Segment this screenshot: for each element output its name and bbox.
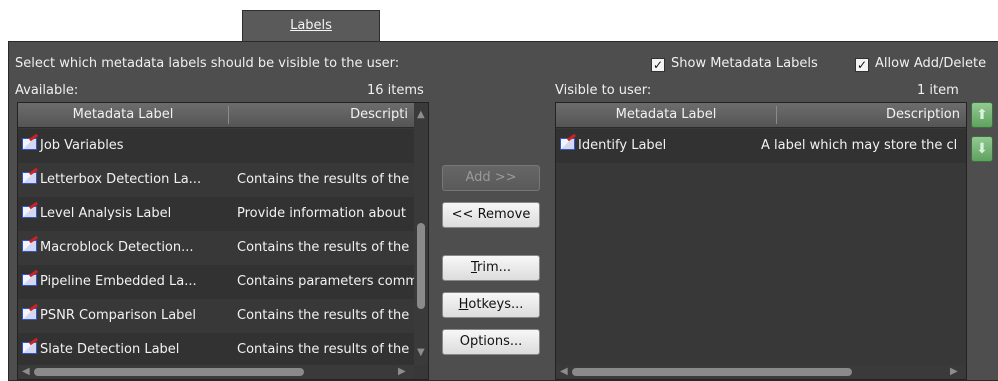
- scroll-right-icon[interactable]: ▶: [950, 366, 958, 377]
- move-down-button[interactable]: ⬇: [971, 136, 993, 162]
- list-item[interactable]: Slate Detection Label Contains the resul…: [18, 333, 414, 367]
- labels-panel: Select which metadata labels should be v…: [8, 41, 998, 381]
- list-item[interactable]: Letterbox Detection La... Contains the r…: [18, 163, 414, 197]
- trim-button[interactable]: Trim...: [442, 255, 540, 281]
- hotkeys-mnemonic: H: [458, 297, 469, 312]
- allow-add-delete-label: Allow Add/Delete: [875, 56, 987, 71]
- options-button[interactable]: Options...: [442, 329, 540, 355]
- arrow-up-icon: ⬆: [976, 107, 988, 123]
- row-label: Identify Label: [578, 138, 667, 153]
- metadata-label-icon: [22, 240, 37, 252]
- hotkeys-label-rest: otkeys...: [468, 297, 524, 312]
- available-count: 16 items: [367, 83, 424, 98]
- scroll-down-icon[interactable]: ▼: [417, 347, 425, 358]
- scroll-left-icon[interactable]: ◀: [560, 366, 568, 377]
- row-label: Slate Detection Label: [40, 342, 180, 357]
- show-metadata-labels-checkbox[interactable]: ✓ Show Metadata Labels: [651, 56, 818, 72]
- add-button[interactable]: Add >>: [442, 165, 540, 191]
- row-description: Provide information about: [237, 206, 406, 221]
- row-label: Letterbox Detection La...: [40, 172, 202, 187]
- list-item[interactable]: Job Variables: [18, 129, 414, 163]
- scroll-left-icon[interactable]: ◀: [22, 366, 30, 377]
- visible-list-header: Metadata Label Description: [556, 103, 966, 128]
- available-list-header: Metadata Label Descripti: [18, 103, 428, 128]
- row-label: PSNR Comparison Label: [40, 308, 197, 323]
- metadata-label-icon: [22, 308, 37, 320]
- allow-add-delete-checkbox[interactable]: ✓ Allow Add/Delete: [855, 56, 986, 72]
- visible-title: Visible to user:: [555, 83, 652, 98]
- metadata-label-icon: [22, 138, 37, 150]
- tab-labels-text: Labels: [290, 18, 332, 33]
- column-metadata-label[interactable]: Metadata Label: [18, 103, 228, 127]
- scroll-right-icon[interactable]: ▶: [398, 366, 406, 377]
- scroll-thumb[interactable]: [572, 368, 852, 376]
- checkbox-checked-icon: ✓: [855, 58, 869, 72]
- row-label: Job Variables: [40, 138, 124, 153]
- row-description: A label which may store the cl: [761, 138, 958, 153]
- column-description[interactable]: Description: [777, 103, 966, 127]
- metadata-label-icon: [22, 342, 37, 354]
- visible-count: 1 item: [917, 83, 959, 98]
- scroll-thumb[interactable]: [417, 223, 425, 309]
- row-label: Level Analysis Label: [40, 206, 172, 221]
- row-label: Pipeline Embedded La...: [40, 274, 197, 289]
- metadata-label-icon: [22, 274, 37, 286]
- row-description: Contains the results of the: [237, 240, 410, 255]
- available-horizontal-scrollbar[interactable]: ◀ ▶: [18, 365, 414, 379]
- row-description: Contains the results of the: [237, 342, 410, 357]
- list-item[interactable]: Level Analysis Label Provide information…: [18, 197, 414, 231]
- metadata-label-icon: [22, 172, 37, 184]
- tab-labels[interactable]: Labels: [242, 10, 380, 42]
- metadata-label-icon: [560, 138, 575, 150]
- row-description: Contains parameters comm: [237, 274, 414, 289]
- visible-horizontal-scrollbar[interactable]: ◀ ▶: [556, 365, 966, 379]
- show-metadata-labels-label: Show Metadata Labels: [671, 56, 818, 71]
- row-description: Contains the results of the: [237, 308, 410, 323]
- visible-list[interactable]: Metadata Label Description Identify Labe…: [555, 102, 967, 380]
- remove-button[interactable]: << Remove: [442, 202, 540, 228]
- list-item[interactable]: PSNR Comparison Label Contains the resul…: [18, 299, 414, 333]
- scroll-thumb[interactable]: [34, 368, 304, 376]
- move-up-button[interactable]: ⬆: [971, 102, 993, 128]
- column-metadata-label[interactable]: Metadata Label: [556, 103, 776, 127]
- available-title: Available:: [15, 83, 79, 98]
- row-label: Macroblock Detection...: [40, 240, 194, 255]
- available-list[interactable]: Metadata Label Descripti Job Variables L…: [17, 102, 429, 380]
- trim-label-rest: rim...: [477, 260, 512, 275]
- list-item[interactable]: Pipeline Embedded La... Contains paramet…: [18, 265, 414, 299]
- instruction-text: Select which metadata labels should be v…: [15, 56, 400, 71]
- available-vertical-scrollbar[interactable]: ▲ ▼: [414, 103, 428, 365]
- hotkeys-button[interactable]: Hotkeys...: [442, 292, 540, 318]
- arrow-down-icon: ⬇: [976, 141, 988, 157]
- row-description: Contains the results of the: [237, 172, 410, 187]
- metadata-label-icon: [22, 206, 37, 218]
- list-item[interactable]: Identify Label A label which may store t…: [556, 129, 966, 163]
- checkbox-checked-icon: ✓: [651, 58, 665, 72]
- scroll-up-icon[interactable]: ▲: [417, 109, 425, 120]
- column-description[interactable]: Descripti: [229, 103, 414, 127]
- list-item[interactable]: Macroblock Detection... Contains the res…: [18, 231, 414, 265]
